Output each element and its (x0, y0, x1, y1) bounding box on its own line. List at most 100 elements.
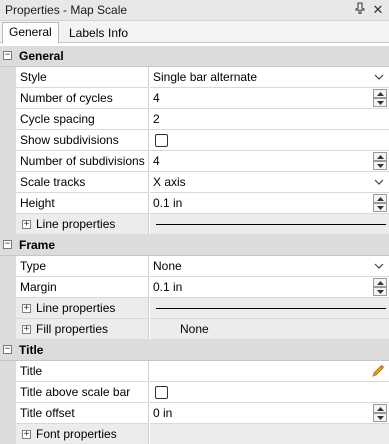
category-frame[interactable]: − Frame (0, 235, 389, 256)
property-row-margin: Margin 0.1 in (0, 277, 389, 298)
category-label: Title (19, 343, 44, 357)
chevron-down-icon[interactable] (371, 174, 387, 190)
property-row-height: Height 0.1 in (0, 193, 389, 214)
property-name: Cycle spacing (20, 112, 95, 126)
property-name: Line properties (36, 217, 116, 231)
property-row-frame-line-properties: + Line properties (0, 298, 389, 319)
property-name: Fill properties (36, 322, 109, 336)
margin-stepper[interactable] (373, 278, 387, 297)
title-input[interactable] (150, 361, 389, 382)
window-titlebar: Properties - Map Scale ✕ (0, 0, 389, 21)
property-name: Title (20, 364, 43, 378)
property-name: Title offset (20, 406, 75, 420)
property-value: Single bar alternate (153, 70, 258, 84)
property-value: 4 (153, 91, 160, 105)
property-row-style: Style Single bar alternate (0, 67, 389, 88)
height-stepper[interactable] (373, 194, 387, 213)
property-row-title-above: Title above scale bar (0, 382, 389, 403)
property-value: 2 (153, 112, 160, 126)
property-value: None (153, 259, 182, 273)
cycles-stepper[interactable] (373, 89, 387, 108)
property-value: 0.1 in (153, 280, 183, 294)
close-icon[interactable]: ✕ (370, 1, 386, 19)
spin-down-icon[interactable] (373, 203, 387, 212)
title-offset-stepper[interactable] (373, 404, 387, 423)
property-value: None (180, 322, 209, 336)
property-name: Font properties (36, 427, 117, 441)
expand-icon[interactable]: + (22, 430, 31, 439)
subdivisions-input[interactable]: 4 (150, 151, 389, 172)
collapse-icon[interactable]: − (3, 51, 12, 60)
spin-up-icon[interactable] (373, 194, 387, 203)
property-row-show-subdivisions: Show subdivisions (0, 130, 389, 151)
fill-properties-value[interactable]: None (150, 319, 389, 340)
property-grid: − General Style Single bar alternate Num… (0, 44, 389, 444)
category-title[interactable]: − Title (0, 340, 389, 361)
property-row-number-of-cycles: Number of cycles 4 (0, 88, 389, 109)
expand-icon[interactable]: + (22, 304, 31, 313)
chevron-down-icon[interactable] (371, 69, 387, 85)
property-name: Title above scale bar (20, 385, 131, 399)
collapse-icon[interactable]: − (3, 345, 12, 354)
spin-down-icon[interactable] (373, 161, 387, 170)
pin-icon[interactable] (352, 1, 368, 19)
property-row-line-properties: + Line properties (0, 214, 389, 235)
property-name: Line properties (36, 301, 116, 315)
line-sample (156, 224, 386, 225)
property-value: X axis (153, 175, 186, 189)
show-subdivisions-checkbox[interactable] (155, 134, 168, 147)
property-row-number-of-subdivisions: Number of subdivisions 4 (0, 151, 389, 172)
chevron-down-icon[interactable] (371, 258, 387, 274)
property-name: Show subdivisions (20, 133, 119, 147)
tab-bar: General Labels Info (0, 21, 389, 44)
spin-down-icon[interactable] (373, 413, 387, 422)
spin-up-icon[interactable] (373, 278, 387, 287)
expand-icon[interactable]: + (22, 220, 31, 229)
spin-up-icon[interactable] (373, 152, 387, 161)
property-row-cycle-spacing: Cycle spacing 2 (0, 109, 389, 130)
property-name: Number of cycles (20, 91, 113, 105)
spin-down-icon[interactable] (373, 98, 387, 107)
title-offset-input[interactable]: 0 in (150, 403, 389, 424)
line-properties-value[interactable] (150, 214, 389, 235)
expand-icon[interactable]: + (22, 325, 31, 334)
collapse-icon[interactable]: − (3, 240, 12, 249)
property-row-fill-properties: + Fill properties None (0, 319, 389, 340)
subdivisions-stepper[interactable] (373, 152, 387, 171)
height-input[interactable]: 0.1 in (150, 193, 389, 214)
property-row-scale-tracks: Scale tracks X axis (0, 172, 389, 193)
category-label: General (19, 49, 64, 63)
spin-down-icon[interactable] (373, 287, 387, 296)
window-title: Properties - Map Scale (5, 3, 128, 17)
frame-type-dropdown[interactable]: None (150, 256, 389, 277)
tab-info[interactable]: Info (101, 23, 135, 43)
property-name: Scale tracks (20, 175, 86, 189)
margin-input[interactable]: 0.1 in (150, 277, 389, 298)
scale-tracks-dropdown[interactable]: X axis (150, 172, 389, 193)
property-name: Number of subdivisions (20, 154, 145, 168)
category-label: Frame (19, 238, 56, 252)
line-sample (156, 308, 386, 309)
property-row-title: Title (0, 361, 389, 382)
spin-up-icon[interactable] (373, 404, 387, 413)
pencil-icon[interactable] (370, 363, 386, 379)
property-name: Margin (20, 280, 57, 294)
spin-up-icon[interactable] (373, 89, 387, 98)
property-row-font-properties: + Font properties (0, 424, 389, 444)
cycles-input[interactable]: 4 (150, 88, 389, 109)
property-value: 0.1 in (153, 196, 183, 210)
font-properties-value[interactable] (150, 424, 389, 444)
property-row-title-offset: Title offset 0 in (0, 403, 389, 424)
property-value: 0 in (153, 406, 173, 420)
property-name: Type (20, 259, 47, 273)
property-row-type: Type None (0, 256, 389, 277)
category-general[interactable]: − General (0, 46, 389, 67)
frame-line-properties-value[interactable] (150, 298, 389, 319)
title-above-checkbox[interactable] (155, 386, 168, 399)
tab-general[interactable]: General (2, 22, 59, 44)
style-dropdown[interactable]: Single bar alternate (150, 67, 389, 88)
property-value: 4 (153, 154, 160, 168)
property-name: Style (20, 70, 47, 84)
cycle-spacing-input[interactable]: 2 (150, 109, 389, 130)
property-name: Height (20, 196, 55, 210)
